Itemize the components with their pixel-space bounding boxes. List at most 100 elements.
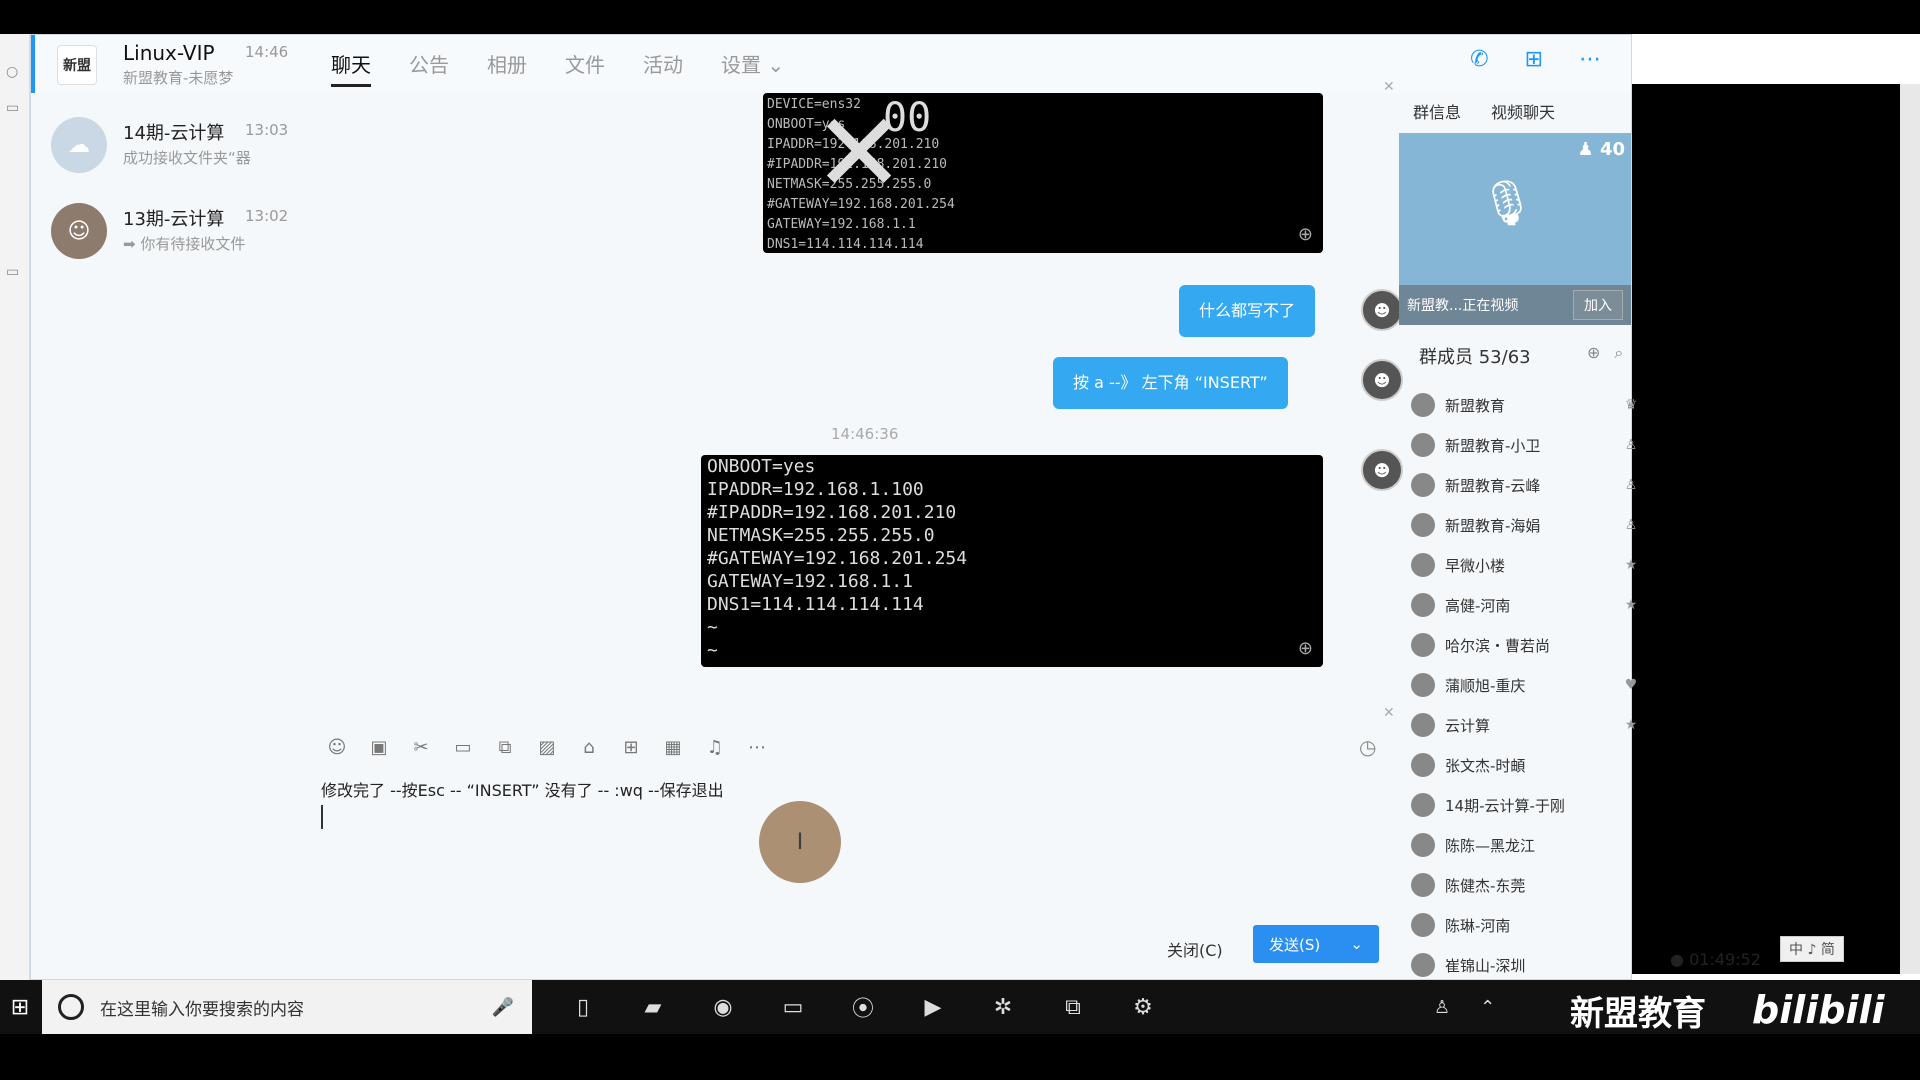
member-row[interactable]: 崔锦山-深圳 xyxy=(1411,945,1643,985)
monitor-icon: ▭ xyxy=(6,100,20,116)
history-icon[interactable]: ◷ xyxy=(1359,735,1376,759)
close-icon[interactable]: ✕ xyxy=(1383,79,1395,95)
group-name: Linux-VIP xyxy=(123,41,215,65)
member-row[interactable]: 张文杰-时頔 xyxy=(1411,745,1643,785)
image-icon[interactable]: ▨ xyxy=(535,735,559,759)
zoom-icon[interactable]: ⊕ xyxy=(1298,638,1313,659)
microphone-icon[interactable]: 🎤 xyxy=(492,997,514,1018)
video-status: 新盟教...正在视频 xyxy=(1407,298,1519,314)
member-name: 陈陈—黑龙江 xyxy=(1445,836,1536,855)
firefox-icon[interactable]: ◉ xyxy=(688,980,758,1034)
background-terminal xyxy=(1632,84,1900,974)
conversation-preview: 成功接收文件夹“器 xyxy=(123,149,251,167)
settings-icon[interactable]: ⚙ xyxy=(1108,980,1178,1034)
store-icon[interactable]: ⌂ xyxy=(577,735,601,759)
member-name: 崔锦山-深圳 xyxy=(1445,956,1526,975)
tab-group-info[interactable]: 群信息 xyxy=(1413,99,1461,123)
screenshot-icon[interactable]: ⧉ xyxy=(493,735,517,759)
avatar xyxy=(1411,793,1435,817)
notes-app-icon[interactable]: ▰ xyxy=(618,980,688,1034)
remote-desktop-icon[interactable]: ⧉ xyxy=(1038,980,1108,1034)
avatar xyxy=(1411,633,1435,657)
tab-album[interactable]: 相册 xyxy=(487,43,527,87)
background-scrollbar[interactable] xyxy=(1900,84,1920,974)
conversation-list: ☁ 14期-云计算 13:03 成功接收文件夹“器 ☺ 13期-云计算 13:0… xyxy=(31,105,301,277)
add-chat-icon[interactable]: ⊞ xyxy=(1525,47,1543,72)
chat-bubble: 按 a --》 左下角 “INSERT” xyxy=(1053,357,1288,409)
file-explorer-icon[interactable]: ▭ xyxy=(758,980,828,1034)
member-row[interactable]: 哈尔滨・曹若尚 xyxy=(1411,625,1643,665)
video-chat-panel[interactable]: ♟ 40 🎙 新盟教...正在视频 加入 xyxy=(1399,133,1631,325)
image-message[interactable]: DEVICE=ens32 ONBOOT=yes IPADDR=192.168.2… xyxy=(763,93,1323,253)
folder-icon[interactable]: ▭ xyxy=(451,735,475,759)
member-row[interactable]: 陈健杰-东莞 xyxy=(1411,865,1643,905)
meeting-app-icon[interactable]: ▶ xyxy=(898,980,968,1034)
avatar[interactable]: ☻ xyxy=(1361,449,1403,491)
monitor-icon: ▭ xyxy=(6,264,20,280)
close-button[interactable]: 关闭(C) xyxy=(1151,929,1239,969)
member-row[interactable]: 云计算 ★ xyxy=(1411,705,1643,745)
chevron-up-icon[interactable]: ⌃ xyxy=(1480,997,1495,1018)
join-button[interactable]: 加入 xyxy=(1573,290,1623,320)
terminal-screenshot-text: ONBOOT=yes IPADDR=192.168.1.100 #IPADDR=… xyxy=(707,456,968,661)
gif-icon[interactable]: ▣ xyxy=(367,735,391,759)
member-row[interactable]: 14期-云计算-于刚 xyxy=(1411,785,1643,825)
member-row[interactable]: 陈琳-河南 xyxy=(1411,905,1643,945)
member-row[interactable]: 新盟教育-海娟 ♙ xyxy=(1411,505,1643,545)
cortana-icon xyxy=(58,994,84,1020)
gift-icon[interactable]: ⊞ xyxy=(619,735,643,759)
avatar[interactable]: ☻ xyxy=(1361,359,1403,401)
recorder-app-icon[interactable]: ⦿ xyxy=(828,980,898,1034)
more-icon[interactable]: ⋯ xyxy=(745,735,769,759)
background-window xyxy=(1630,34,1920,980)
image-message[interactable]: ONBOOT=yes IPADDR=192.168.1.100 #IPADDR=… xyxy=(701,455,1323,667)
list-item[interactable]: ☺ 13期-云计算 13:02 ➡ 你有待接收文件 xyxy=(31,191,301,277)
emoji-icon[interactable]: ☺ xyxy=(325,735,349,759)
close-icon[interactable]: ✕ xyxy=(1383,705,1395,721)
member-row[interactable]: 新盟教育 ♛ xyxy=(1411,385,1643,425)
tab-activity[interactable]: 活动 xyxy=(643,43,683,87)
windows-start-icon[interactable]: ⊞ xyxy=(0,980,40,1034)
taskbar-search[interactable]: 在这里输入你要搜索的内容 🎤 xyxy=(42,980,532,1034)
member-row[interactable]: 蒲顺旭-重庆 ♥ xyxy=(1411,665,1643,705)
avatar xyxy=(1411,593,1435,617)
tab-settings-label: 设置 xyxy=(721,53,761,77)
microphone-icon: 🎙 xyxy=(1479,178,1535,229)
member-row[interactable]: 高健-河南 ★ xyxy=(1411,585,1643,625)
scissors-icon[interactable]: ✂ xyxy=(409,735,433,759)
member-row[interactable]: 新盟教育-云峰 ♙ xyxy=(1411,465,1643,505)
member-row[interactable]: 早微小楼 ★ xyxy=(1411,545,1643,585)
people-icon[interactable]: ♙ xyxy=(1434,997,1450,1018)
zoom-icon[interactable]: ⊕ xyxy=(1298,224,1313,245)
bell-icon[interactable]: ♫ xyxy=(703,735,727,759)
vmware-icon[interactable]: ✲ xyxy=(968,980,1038,1034)
chevron-down-icon[interactable]: ⌄ xyxy=(1350,935,1363,953)
phone-icon[interactable]: ✆ xyxy=(1470,47,1488,72)
tab-files[interactable]: 文件 xyxy=(565,43,605,87)
message-input[interactable]: 修改完了 --按Esc -- “INSERT” 没有了 -- :wq --保存退… xyxy=(321,777,724,801)
search-icon[interactable]: ⌕ xyxy=(1614,343,1623,363)
avatar xyxy=(1411,953,1435,977)
member-name: 14期-云计算-于刚 xyxy=(1445,796,1565,815)
tab-chat[interactable]: 聊天 xyxy=(331,43,371,87)
tab-settings[interactable]: 设置 ⌄ xyxy=(721,43,784,87)
more-icon[interactable]: ⋯ xyxy=(1579,47,1601,72)
calendar-icon[interactable]: ▦ xyxy=(661,735,685,759)
avatar[interactable]: ☻ xyxy=(1361,289,1403,331)
task-view-icon[interactable]: ▯ xyxy=(548,980,618,1034)
add-member-icon[interactable]: ⊕ xyxy=(1587,343,1600,363)
member-row[interactable]: 陈陈—黑龙江 xyxy=(1411,825,1643,865)
tab-video-chat[interactable]: 视频聊天 xyxy=(1491,99,1555,123)
tab-announcement[interactable]: 公告 xyxy=(409,43,449,87)
member-name: 蒲顺旭-重庆 xyxy=(1445,676,1526,695)
conversation-preview: ➡ 你有待接收文件 xyxy=(123,235,246,253)
member-row[interactable]: 新盟教育-小卫 ♙ xyxy=(1411,425,1643,465)
group-avatar[interactable]: 新盟 xyxy=(57,45,97,85)
list-item[interactable]: ☁ 14期-云计算 13:03 成功接收文件夹“器 xyxy=(31,105,301,191)
chat-tabs: 聊天 公告 相册 文件 活动 设置 ⌄ xyxy=(331,43,822,87)
ime-indicator[interactable]: 中 ♪ 简 xyxy=(1780,936,1844,962)
desktop-left-strip: ○ ▭ ▭ xyxy=(0,34,30,980)
text-caret xyxy=(321,805,323,829)
send-button[interactable]: 发送(S) ⌄ xyxy=(1253,925,1379,963)
member-name: 高健-河南 xyxy=(1445,596,1511,615)
